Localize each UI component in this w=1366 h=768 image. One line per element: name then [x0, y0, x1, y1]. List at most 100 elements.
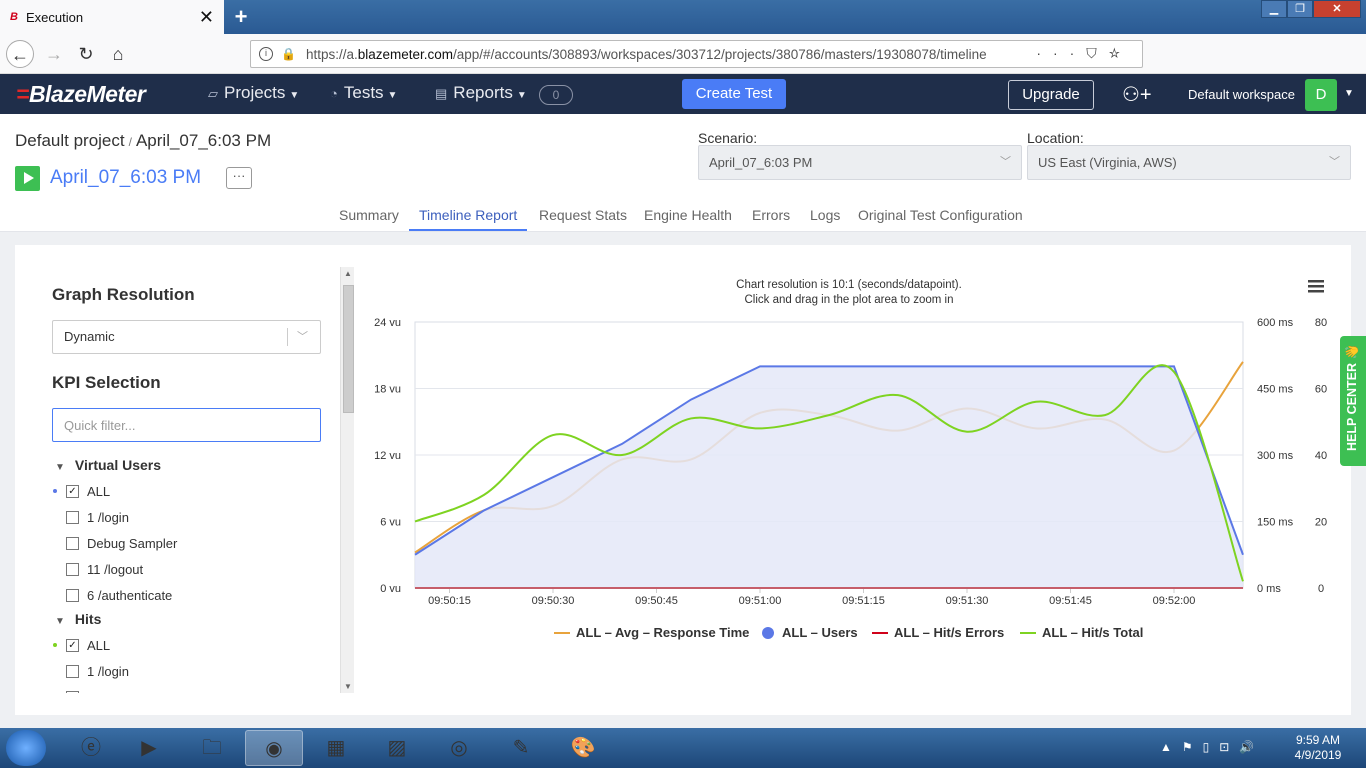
- minimize-window-button[interactable]: ▁: [1261, 0, 1287, 18]
- scenario-select[interactable]: April_07_6:03 PM ﹀: [698, 145, 1022, 180]
- kpi-item-vu-debug-sampler[interactable]: Debug Sampler: [66, 534, 177, 552]
- checkbox[interactable]: [66, 690, 79, 693]
- tests-menu[interactable]: ◔ Tests ▼: [330, 83, 397, 103]
- firefox-icon[interactable]: ◉: [245, 730, 303, 766]
- tab-timeline-report[interactable]: Timeline Report: [409, 207, 528, 231]
- chart-app-icon[interactable]: ▨: [368, 730, 426, 766]
- run-test-play-icon[interactable]: [15, 166, 40, 191]
- close-window-button[interactable]: ✕: [1313, 0, 1361, 18]
- legend-item-hits-errors[interactable]: ALL – Hit/s Errors: [872, 625, 1004, 640]
- url-text[interactable]: https://a.blazemeter.com/app/#/accounts/…: [306, 47, 987, 62]
- kpi-item-vu-login[interactable]: 1 /login: [66, 508, 129, 526]
- chevron-down-icon[interactable]: ▼: [1344, 88, 1354, 99]
- checkbox[interactable]: [66, 562, 79, 576]
- tab-request-stats[interactable]: Request Stats: [539, 207, 627, 229]
- scenario-label: Scenario:: [698, 130, 758, 146]
- tab-summary[interactable]: Summary: [339, 207, 399, 229]
- tab-logs[interactable]: Logs: [810, 207, 840, 229]
- kpi-item-vu-all[interactable]: ✓ ALL: [53, 482, 110, 500]
- workspace-selector[interactable]: Default workspace: [1188, 87, 1295, 102]
- more-options-button[interactable]: ···: [226, 167, 252, 189]
- virtual-users-group[interactable]: ▼ Virtual Users: [55, 457, 161, 473]
- scroll-down-icon[interactable]: ▼: [344, 682, 352, 691]
- start-button[interactable]: [6, 730, 46, 766]
- kpi-selection-title: KPI Selection: [52, 373, 161, 392]
- y-tick-left: 6 vu: [380, 517, 401, 529]
- x-tick-label: 09:50:15: [428, 595, 471, 607]
- report-icon: ▤: [435, 86, 448, 101]
- kpi-item-hits-next[interactable]: [66, 688, 87, 693]
- y-tick-left: 24 vu: [374, 317, 401, 329]
- location-label: Location:: [1027, 130, 1084, 146]
- scroll-up-icon[interactable]: ▲: [344, 269, 352, 278]
- file-explorer-icon[interactable]: 🗀: [183, 730, 241, 766]
- graph-resolution-select[interactable]: Dynamic ﹀: [52, 320, 321, 354]
- forward-arrow-icon[interactable]: →: [40, 40, 68, 68]
- checkbox[interactable]: [66, 664, 79, 678]
- breadcrumb-project[interactable]: Default project: [15, 131, 125, 150]
- paint-icon[interactable]: 🎨: [554, 730, 612, 766]
- blazemeter-logo[interactable]: =BlazeMeter: [16, 81, 146, 108]
- kpi-item-vu-authenticate[interactable]: 6 /authenticate: [66, 586, 172, 604]
- reload-icon[interactable]: ↻: [72, 40, 100, 68]
- reports-menu[interactable]: ▤ Reports ▼: [435, 83, 527, 103]
- info-icon[interactable]: i: [259, 47, 273, 61]
- scrollbar-thumb[interactable]: [343, 285, 354, 413]
- chevron-down-icon: ▼: [55, 616, 65, 627]
- legend-item-hits-total[interactable]: ALL – Hit/s Total: [1020, 625, 1143, 640]
- home-icon[interactable]: ⌂: [104, 40, 132, 68]
- tab-original-test-configuration[interactable]: Original Test Configuration: [858, 207, 1023, 229]
- upgrade-button[interactable]: Upgrade: [1008, 80, 1094, 110]
- timeline-report-panel: Graph Resolution Dynamic ﹀ KPI Selection …: [15, 245, 1351, 715]
- timeline-chart[interactable]: Chart resolution is 10:1 (seconds/datapo…: [355, 245, 1351, 715]
- breadcrumb-run: April_07_6:03 PM: [135, 131, 272, 150]
- checkbox[interactable]: [66, 588, 79, 602]
- location-select[interactable]: US East (Virginia, AWS) ﹀: [1027, 145, 1351, 180]
- new-tab-icon[interactable]: +: [230, 4, 252, 30]
- checkbox[interactable]: [66, 536, 79, 550]
- chevron-down-icon: ﹀: [1329, 156, 1340, 168]
- checkbox[interactable]: ✓: [66, 484, 79, 498]
- y-tick-right-hits: 20: [1315, 517, 1327, 529]
- kpi-sidebar: Graph Resolution Dynamic ﹀ KPI Selection …: [15, 245, 355, 693]
- avatar[interactable]: D: [1305, 79, 1337, 111]
- chart-svg[interactable]: Chart resolution is 10:1 (seconds/datapo…: [355, 245, 1351, 715]
- quick-filter-input[interactable]: [52, 408, 321, 442]
- chevron-down-icon: ▼: [387, 90, 398, 101]
- reports-count-badge[interactable]: 0: [539, 85, 573, 105]
- address-bar[interactable]: i 🔒 https://a.blazemeter.com/app/#/accou…: [250, 40, 1143, 68]
- tab-errors[interactable]: Errors: [752, 207, 790, 229]
- hits-group[interactable]: ▼ Hits: [55, 611, 101, 627]
- kpi-item-hits-all[interactable]: ✓ ALL: [53, 636, 110, 654]
- test-name-title[interactable]: April_07_6:03 PM: [50, 167, 201, 189]
- internet-explorer-icon[interactable]: ⓔ: [62, 730, 120, 766]
- sidebar-scrollbar[interactable]: ▲ ▼: [340, 267, 354, 693]
- browser-tab[interactable]: B Execution ✕: [0, 0, 224, 34]
- projects-menu[interactable]: ▱ Projects ▼: [208, 83, 299, 103]
- media-player-icon[interactable]: ▶: [120, 730, 178, 766]
- add-user-icon[interactable]: ⚇+: [1122, 82, 1152, 107]
- chrome-icon[interactable]: ◎: [430, 730, 488, 766]
- legend-item-users[interactable]: ALL – Users: [762, 625, 858, 640]
- checkbox[interactable]: ✓: [66, 638, 79, 652]
- create-test-button[interactable]: Create Test: [682, 79, 786, 109]
- projects-icon: ▱: [208, 86, 218, 101]
- tab-engine-health[interactable]: Engine Health: [644, 207, 732, 229]
- notepad-icon[interactable]: ▦: [307, 730, 365, 766]
- blazemeter-favicon-icon: B: [10, 11, 18, 23]
- y-tick-right-hits: 80: [1315, 317, 1327, 329]
- help-center-button[interactable]: HELP CENTER 👋: [1340, 336, 1366, 466]
- x-tick-label: 09:51:15: [842, 595, 885, 607]
- legend-item-response-time[interactable]: ALL – Avg – Response Time: [554, 625, 749, 640]
- page-actions-icons[interactable]: ···⛉☆: [1036, 45, 1132, 62]
- close-tab-icon[interactable]: ✕: [199, 7, 214, 28]
- system-tray-icons[interactable]: ▲⚑▯⊡🔊: [1160, 740, 1264, 754]
- kpi-item-hits-login[interactable]: 1 /login: [66, 662, 129, 680]
- system-clock[interactable]: 9:59 AM 4/9/2019: [1288, 733, 1348, 763]
- feather-app-icon[interactable]: ✎: [492, 730, 550, 766]
- lock-icon[interactable]: 🔒: [281, 47, 296, 61]
- back-arrow-icon[interactable]: ←: [6, 40, 34, 68]
- maximize-window-button[interactable]: ❐: [1287, 0, 1313, 18]
- checkbox[interactable]: [66, 510, 79, 524]
- kpi-item-vu-logout[interactable]: 11 /logout: [66, 560, 143, 578]
